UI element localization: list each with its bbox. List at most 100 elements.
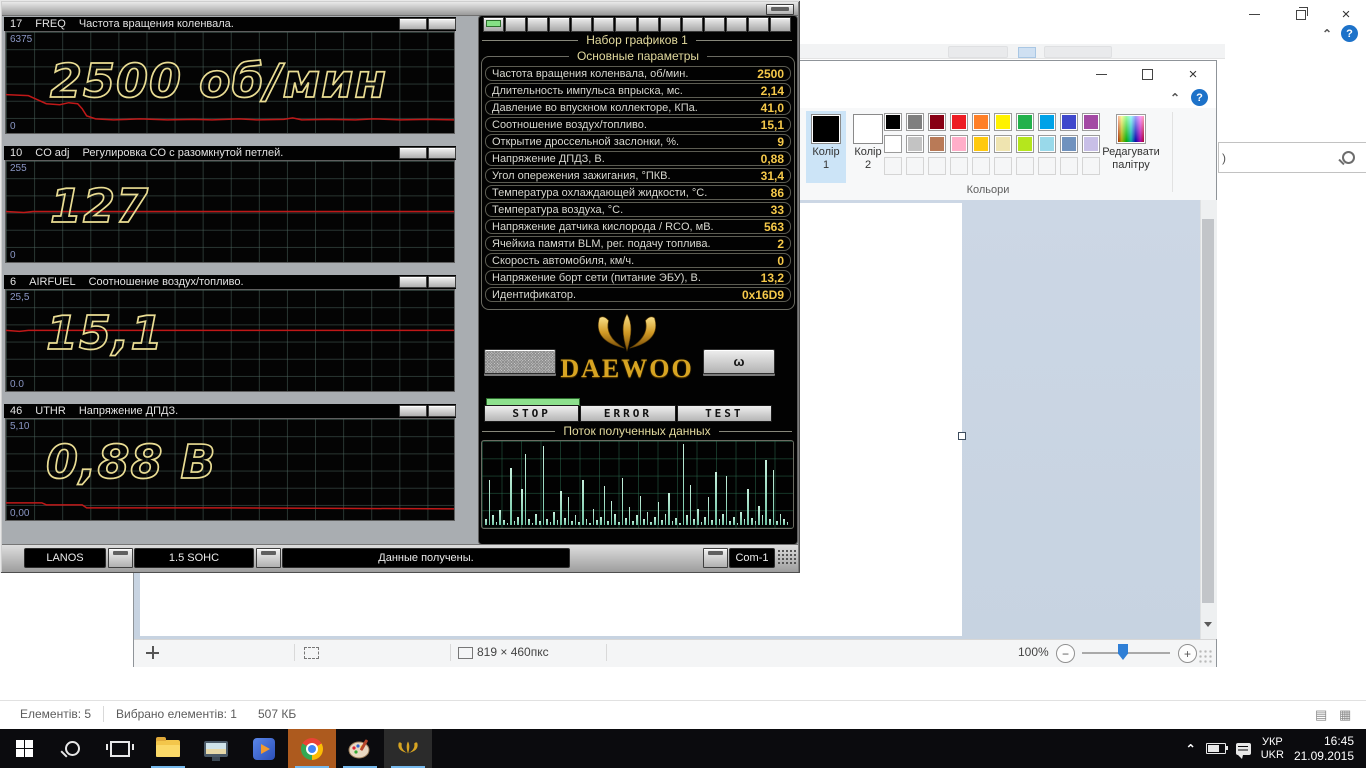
- graph-code: UTHR: [35, 405, 66, 417]
- language-bottom: UKR: [1261, 749, 1284, 761]
- param-label: Открытие дроссельной заслонки, %.: [492, 136, 679, 148]
- graph-set-tab[interactable]: [549, 17, 570, 32]
- taskbar-daewoo-app[interactable]: [384, 729, 432, 768]
- graph-number: 46: [10, 405, 22, 417]
- graph-description: Соотношение воздух/топливо.: [89, 276, 244, 288]
- search-icon: [65, 741, 80, 756]
- error-button[interactable]: ERROR: [580, 405, 675, 422]
- action-center-icon[interactable]: [1236, 743, 1251, 755]
- taskbar-photos[interactable]: [192, 729, 240, 768]
- stream-title-text: Поток полученных данных: [563, 424, 710, 438]
- param-row: Напряжение датчика кислорода / RCO, мВ.5…: [485, 219, 791, 234]
- param-row: Скорость автомобиля, км/ч.0: [485, 253, 791, 268]
- battery-icon[interactable]: [1206, 743, 1226, 754]
- param-value: 86: [771, 186, 784, 200]
- param-label: Напряжение датчика кислорода / RCO, мВ.: [492, 221, 714, 233]
- test-button[interactable]: TEST: [677, 405, 772, 422]
- windows-logo-icon: [16, 740, 33, 757]
- y-max-label: 5,10: [10, 421, 29, 432]
- graph-code: FREQ: [35, 18, 66, 30]
- graph-set-tab[interactable]: [638, 17, 659, 32]
- param-row: Ячейкиа памяти BLM, рег. подачу топлива.…: [485, 236, 791, 251]
- graph-value: 15,1: [46, 306, 164, 360]
- param-label: Угол опережения зажигания, °ПКВ.: [492, 170, 671, 182]
- y-max-label: 25,5: [10, 292, 29, 303]
- test-label: TEST: [705, 407, 744, 420]
- paint-icon: [348, 738, 372, 760]
- graph-header: 17FREQЧастота вращения коленвала.: [4, 17, 456, 31]
- diagnostic-window-button[interactable]: [766, 4, 794, 15]
- clock[interactable]: 16:4521.09.2015: [1294, 734, 1354, 764]
- diagnostic-title-bar[interactable]: [2, 2, 798, 16]
- graph-set-tab[interactable]: [527, 17, 548, 32]
- graph-set-tab[interactable]: [593, 17, 614, 32]
- engine-select-button[interactable]: [256, 548, 281, 568]
- param-label: Ячейкиа памяти BLM, рег. подачу топлива.: [492, 238, 711, 250]
- model-select-button[interactable]: [108, 548, 133, 568]
- param-value: 9: [777, 135, 784, 149]
- stop-button[interactable]: STOP: [484, 405, 579, 422]
- y-min-label: 0: [10, 121, 16, 132]
- graph-set-tab[interactable]: [770, 17, 791, 32]
- param-label: Идентификатор.: [492, 289, 576, 301]
- graph-set-tab[interactable]: [748, 17, 769, 32]
- param-label: Напряжение ДПДЗ, В.: [492, 153, 605, 165]
- taskbar-search-button[interactable]: [48, 729, 96, 768]
- param-row: Частота вращения коленвала, об/мин.2500: [485, 66, 791, 81]
- graph-panel-button[interactable]: [399, 405, 427, 417]
- desktop: × ⌃ ? ) Елементів: 5 Вибрано елементів: …: [0, 0, 1366, 768]
- param-value: 13,2: [761, 271, 784, 285]
- daewoo-emblem: [594, 314, 660, 356]
- graph-panel-button[interactable]: [399, 18, 427, 30]
- graph-set-tab[interactable]: [615, 17, 636, 32]
- folder-icon: [156, 740, 180, 757]
- graph-panel-button[interactable]: [428, 405, 456, 417]
- task-view-button[interactable]: [96, 729, 144, 768]
- param-value: 2500: [757, 67, 784, 81]
- param-value: 0,88: [761, 152, 784, 166]
- tray-expand-button[interactable]: ⌃: [1186, 742, 1196, 756]
- graph-description: Регулировка CO с разомкнутой петлей.: [83, 147, 284, 159]
- graph-set-tab[interactable]: [483, 17, 504, 32]
- graph-panel-button[interactable]: [428, 18, 456, 30]
- start-button[interactable]: [0, 729, 48, 768]
- graph-panel-button[interactable]: [399, 276, 427, 288]
- graph-set-tab[interactable]: [726, 17, 747, 32]
- graph-code: CO adj: [35, 147, 69, 159]
- taskbar-file-explorer[interactable]: [144, 729, 192, 768]
- graph-set-tab[interactable]: [682, 17, 703, 32]
- taskbar-media-player[interactable]: [240, 729, 288, 768]
- graph-set-tab[interactable]: [571, 17, 592, 32]
- param-label: Температура воздуха, °С.: [492, 204, 623, 216]
- dimmed-button[interactable]: [484, 349, 556, 374]
- graph-panel-button[interactable]: [428, 147, 456, 159]
- graph-set-tab[interactable]: [704, 17, 725, 32]
- photos-icon: [204, 741, 228, 757]
- language-indicator[interactable]: УКРUKR: [1261, 736, 1284, 762]
- graph-panel-button[interactable]: [428, 276, 456, 288]
- date-text: 21.09.2015: [1294, 749, 1354, 763]
- active-tab-led: [486, 20, 501, 27]
- param-row: Давление во впускном коллекторе, КПа.41,…: [485, 100, 791, 115]
- graph-value: 2500 об/мин: [50, 54, 387, 108]
- port-select-button[interactable]: [703, 548, 728, 568]
- graph-header: 46UTHRНапряжение ДПДЗ.: [4, 404, 456, 418]
- param-label: Напряжение борт сети (питание ЭБУ), В.: [492, 272, 701, 284]
- y-max-label: 255: [10, 163, 27, 174]
- graph-set-title-text: Набор графиков 1: [586, 33, 688, 47]
- graph-set-tab[interactable]: [660, 17, 681, 32]
- omega-button[interactable]: ω: [703, 349, 775, 374]
- param-value: 2,14: [761, 84, 784, 98]
- graph-plot-freq: 6375 0 2500 об/мин: [5, 31, 455, 134]
- graph-set-tab[interactable]: [505, 17, 526, 32]
- param-label: Скорость автомобиля, км/ч.: [492, 255, 634, 267]
- taskbar-chrome[interactable]: [288, 729, 336, 768]
- task-view-icon: [110, 741, 130, 757]
- omega-label: ω: [734, 354, 745, 369]
- taskbar-paint[interactable]: [336, 729, 384, 768]
- model-field: LANOS: [24, 548, 106, 568]
- graph-set-tabs: [483, 17, 791, 30]
- graph-panel-button[interactable]: [399, 147, 427, 159]
- daewoo-icon: [397, 741, 419, 756]
- status-message-field: Данные получены.: [282, 548, 570, 568]
